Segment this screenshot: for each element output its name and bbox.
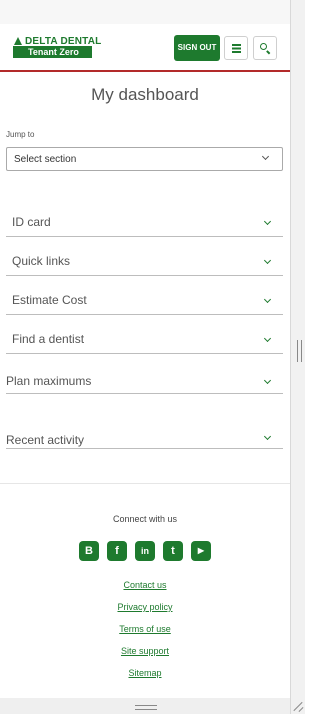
blogger-icon[interactable]: B [79,541,99,561]
accordion-id-card[interactable]: ID card [6,205,283,237]
jump-to-select-value: Select section [14,154,77,165]
footer-link-site-support[interactable]: Site support [0,646,290,656]
footer-link-contact-us[interactable]: Contact us [0,580,290,590]
footer-link-terms-of-use[interactable]: Terms of use [0,624,290,634]
footer-link-sitemap[interactable]: Sitemap [0,668,290,678]
side-resize-rail[interactable] [290,0,305,714]
linkedin-icon[interactable]: in [135,541,155,561]
twitter-icon[interactable]: t [163,541,183,561]
accordion-label: Estimate Cost [12,293,87,307]
chevron-down-icon [263,334,272,343]
chevron-down-icon [263,432,272,441]
page-title: My dashboard [91,85,199,104]
window-top-strip [0,0,290,24]
youtube-icon[interactable]: ▶ [191,541,211,561]
site-header: DELTA DENTAL Tenant Zero SIGN OUT [0,24,290,72]
delta-triangle-icon [14,37,22,45]
accordion-label: Quick links [12,254,71,268]
chevron-down-icon [263,295,272,304]
jump-to-label: Jump to [6,130,35,139]
accordion-label: Find a dentist [12,332,85,346]
accordion-label: Recent activity [6,433,85,447]
accordion-plan-maximums[interactable]: Plan maximums [6,362,283,394]
hamburger-menu-icon [232,44,241,46]
connect-heading: Connect with us [112,514,178,524]
menu-button[interactable] [224,36,248,60]
corner-resize-icon [292,700,304,712]
chevron-down-icon [263,376,272,385]
chevron-down-icon [263,256,272,265]
accordion-estimate-cost[interactable]: Estimate Cost [6,283,283,315]
search-icon [260,43,267,50]
tenant-badge: Tenant Zero [13,46,92,58]
accordion-label: ID card [12,215,51,229]
social-links: B f in t ▶ [79,541,211,561]
footer-link-privacy-policy[interactable]: Privacy policy [0,602,290,612]
bottom-resize-bar[interactable] [0,698,290,714]
facebook-icon[interactable]: f [107,541,127,561]
sign-out-button[interactable]: SIGN OUT [174,35,220,61]
accordion-find-a-dentist[interactable]: Find a dentist [6,322,283,354]
chevron-down-icon [263,217,272,226]
search-button[interactable] [253,36,277,60]
header-accent-line [0,70,290,72]
accordion-label: Plan maximums [6,374,92,388]
resize-grip-icon [297,340,302,362]
footer-divider [0,483,290,484]
jump-to-select[interactable]: Select section [6,147,283,171]
accordion-recent-activity[interactable]: Recent activity [6,420,283,449]
accordion-quick-links[interactable]: Quick links [6,244,283,276]
chevron-down-icon [261,152,270,161]
resize-grip-icon [135,705,157,710]
